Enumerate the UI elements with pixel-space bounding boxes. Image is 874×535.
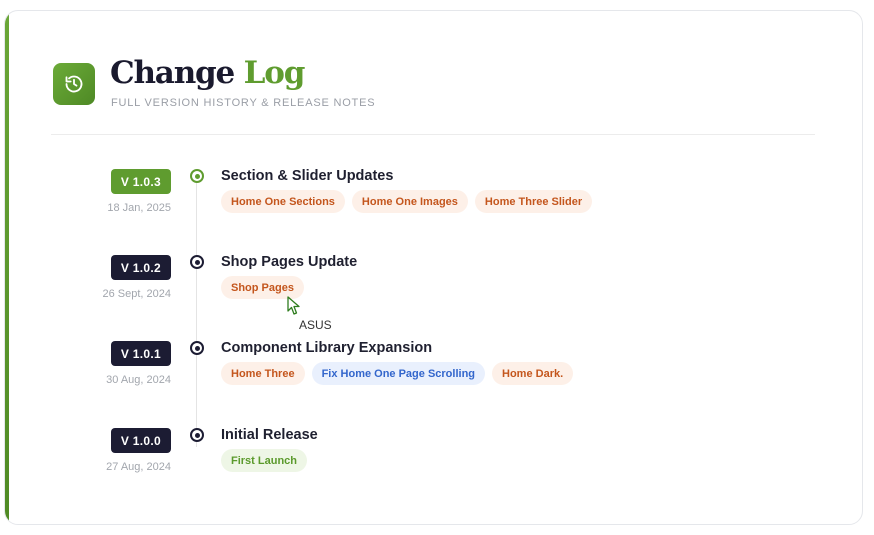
version-badge: V 1.0.0	[110, 428, 171, 453]
version-badge: V 1.0.1	[110, 341, 171, 366]
release-tag[interactable]: Home Three	[221, 362, 305, 385]
release-title: Initial Release	[221, 427, 318, 443]
release-title: Shop Pages Update	[221, 254, 358, 270]
release-tag[interactable]: First Launch	[221, 449, 308, 472]
release-title: Component Library Expansion	[221, 340, 433, 356]
release-tags: Home One Sections Home One Images Home T…	[221, 190, 593, 213]
release-date: 26 Sept, 2024	[102, 288, 171, 300]
release-tags: Home Three Fix Home One Page Scrolling H…	[221, 362, 574, 385]
changelog-card: Change Log Full Version History & Releas…	[4, 10, 863, 525]
version-badge: V 1.0.3	[110, 169, 171, 194]
history-icon	[53, 63, 95, 105]
timeline-dot	[190, 341, 204, 355]
release-entry: V 1.0.0 27 Aug, 2024 Initial Release Fir…	[5, 427, 862, 508]
release-tag[interactable]: Home One Images	[351, 190, 468, 213]
release-date: 27 Aug, 2024	[106, 461, 171, 473]
page-title: Change Log	[110, 55, 306, 91]
release-entry: V 1.0.2 26 Sept, 2024 Shop Pages Update …	[5, 254, 862, 335]
release-date: 30 Aug, 2024	[106, 374, 171, 386]
tooltip: ASUS	[299, 318, 332, 332]
release-title: Section & Slider Updates	[221, 168, 394, 184]
title-main: Change	[110, 55, 235, 91]
release-entry: V 1.0.3 18 Jan, 2025 Section & Slider Up…	[5, 168, 862, 249]
title-accent: Log	[243, 55, 306, 91]
timeline-dot	[190, 169, 204, 183]
release-tags: First Launch	[221, 449, 308, 472]
page-subtitle: Full Version History & Release Notes	[111, 97, 376, 109]
release-tag[interactable]: Home Dark.	[492, 362, 574, 385]
release-tag[interactable]: Home One Sections	[221, 190, 345, 213]
timeline-dot	[190, 428, 204, 442]
release-entry: V 1.0.1 30 Aug, 2024 Component Library E…	[5, 340, 862, 421]
timeline-dot	[190, 255, 204, 269]
release-tag[interactable]: Fix Home One Page Scrolling	[311, 362, 486, 385]
release-date: 18 Jan, 2025	[107, 202, 171, 214]
header-divider	[51, 134, 815, 135]
release-tag[interactable]: Home Three Slider	[474, 190, 593, 213]
version-badge: V 1.0.2	[110, 255, 171, 280]
mouse-cursor-icon	[287, 296, 300, 315]
